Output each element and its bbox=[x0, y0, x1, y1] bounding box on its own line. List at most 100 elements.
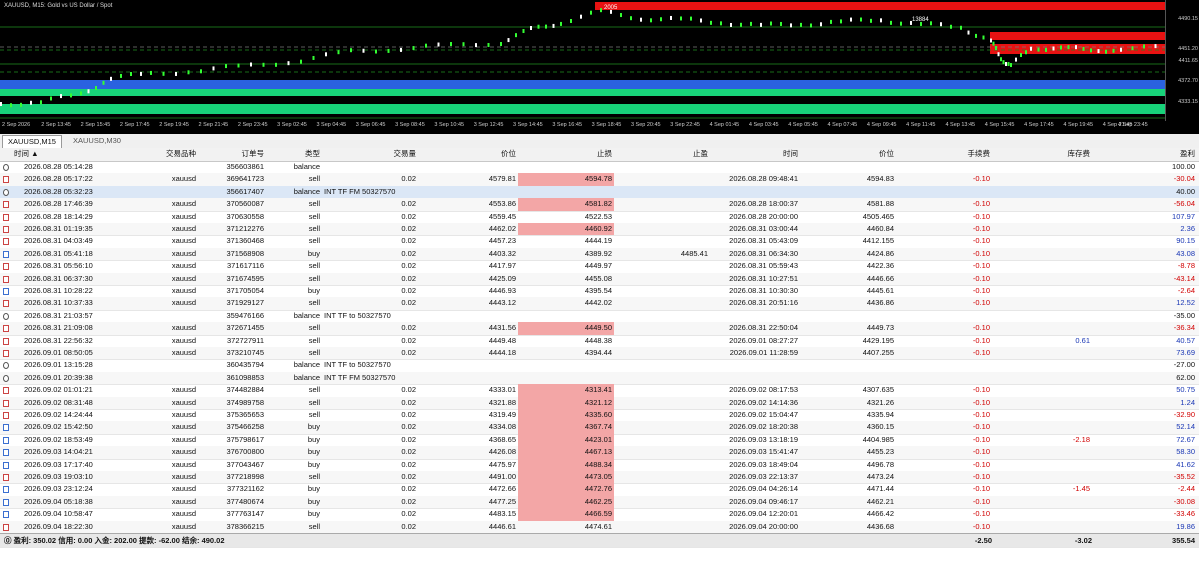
time-label: 2 Sep 19:45 bbox=[159, 122, 189, 128]
table-row[interactable]: 2026.08.28 05:32:23 356617407 balance INT T… bbox=[0, 185, 1199, 200]
table-row[interactable]: 2026.09.02 18:53:49 xauusd 375798617 buy 0.0… bbox=[0, 433, 1199, 448]
cell-time: 2026.09.04 10:58:47 bbox=[24, 509, 93, 519]
table-row[interactable]: 2026.08.28 05:14:28 356603861 balance 100.0… bbox=[0, 161, 1199, 175]
chart-canvas[interactable]: 2005 13884 bbox=[0, 0, 1166, 121]
cell-price: 4446.61 bbox=[488, 521, 516, 531]
cell-ctime: 2026.09.01 11:28:59 bbox=[729, 348, 798, 357]
column-header[interactable]: 价位 bbox=[800, 148, 896, 160]
column-header[interactable]: 订单号 bbox=[198, 148, 266, 160]
cell-cprice: 4460.84 bbox=[866, 224, 894, 233]
resistance-zone bbox=[595, 2, 1166, 10]
column-header[interactable]: 交易品种 bbox=[110, 148, 198, 160]
cell-sl: 4449.97 bbox=[584, 261, 612, 271]
cell-time: 2026.09.03 19:03:10 bbox=[24, 472, 93, 481]
price-chart[interactable]: 2005 13884 XAUUSD, M15: Gold vs US Dollar… bbox=[0, 0, 1199, 134]
table-row[interactable]: 2026.08.31 01:19:35 xauusd 371212276 sell 0.… bbox=[0, 223, 1199, 237]
column-header[interactable]: 止盈 bbox=[614, 148, 710, 160]
chart-tab[interactable]: XAUUSD,M30 bbox=[68, 135, 126, 147]
table-row[interactable]: 2026.08.31 05:56:10 xauusd 371617116 sell 0.… bbox=[0, 260, 1199, 274]
candle bbox=[1037, 47, 1040, 52]
table-row[interactable]: 2026.08.31 04:03:49 xauusd 371360468 sell 0.… bbox=[0, 235, 1199, 249]
column-header[interactable]: 价位 bbox=[418, 148, 518, 160]
cell-price: 4431.56 bbox=[488, 323, 516, 333]
table-row[interactable]: 2026.09.01 13:15:28 360435794 balance INT T… bbox=[0, 359, 1199, 373]
time-label: 4 Sep 15:45 bbox=[984, 122, 1015, 128]
candle bbox=[50, 96, 52, 101]
table-row[interactable]: 2026.08.31 10:37:33 xauusd 371929127 sell 0.… bbox=[0, 297, 1199, 311]
table-row[interactable]: 2026.08.28 05:17:22 xauusd 369641723 sell 0.… bbox=[0, 173, 1199, 187]
table-row[interactable]: 2026.09.04 05:18:38 xauusd 377480674 buy 0.0… bbox=[0, 495, 1199, 510]
column-header[interactable]: 时间 ▲ bbox=[10, 148, 110, 160]
cell-sl: 4321.12 bbox=[518, 396, 614, 409]
cell-price bbox=[418, 359, 518, 371]
cell-type: buy bbox=[307, 434, 320, 444]
candle bbox=[237, 63, 240, 68]
table-row[interactable]: 2026.08.31 10:28:22 xauusd 371705054 buy 0.0… bbox=[0, 285, 1199, 299]
cell-tp bbox=[614, 409, 710, 421]
candle bbox=[1075, 45, 1077, 50]
table-row[interactable]: 2026.08.31 06:37:30 xauusd 371674595 sell 0.… bbox=[0, 272, 1199, 286]
cell-symbol: xauusd bbox=[171, 273, 196, 283]
column-header[interactable]: 时间 bbox=[710, 148, 800, 160]
cell-time: 2026.09.02 15:42:50 bbox=[24, 422, 93, 432]
cell-swap bbox=[992, 521, 1092, 533]
balance-icon bbox=[3, 188, 9, 196]
table-footer: ⓪ 盈利: 350.02 信用: 0.00 入金: 202.00 提款: -62… bbox=[0, 533, 1199, 548]
cell-profit: -30.04 bbox=[1173, 174, 1195, 184]
cell-price: 4417.97 bbox=[488, 261, 516, 271]
candle bbox=[250, 62, 252, 67]
cell-type: buy bbox=[307, 447, 320, 457]
time-label: 3 Sep 22:45 bbox=[670, 122, 700, 128]
table-row[interactable]: 2026.09.03 14:04:21 xauusd 376700800 buy 0.0… bbox=[0, 446, 1199, 460]
column-header[interactable]: 止损 bbox=[518, 148, 614, 160]
column-header[interactable]: 手续费 bbox=[896, 148, 992, 160]
cell-type: balance bbox=[293, 360, 320, 370]
table-row[interactable]: 2026.08.31 21:03:57 359476166 balance INT T… bbox=[0, 310, 1199, 324]
table-row[interactable]: 2026.09.04 10:58:47 xauusd 377763147 buy 0.0… bbox=[0, 508, 1199, 522]
table-row[interactable]: 2026.08.31 05:41:18 xauusd 371568908 buy 0.0… bbox=[0, 247, 1199, 262]
table-row[interactable]: 2026.09.01 20:39:38 361098853 balance INT T… bbox=[0, 371, 1199, 386]
table-row[interactable]: 2026.09.02 14:24:44 xauusd 375365653 sell 0.… bbox=[0, 409, 1199, 423]
candle bbox=[1060, 45, 1062, 50]
column-header[interactable]: 类型 bbox=[266, 148, 322, 160]
cell-commission: -0.10 bbox=[972, 459, 990, 469]
table-row[interactable]: 2026.09.03 17:17:40 xauusd 377043467 buy 0.0… bbox=[0, 458, 1199, 472]
table-row[interactable]: 2026.09.03 19:03:10 xauusd 377218998 sell 0.… bbox=[0, 471, 1199, 485]
cell-ctime: 2026.08.31 05:43:09 bbox=[729, 236, 798, 246]
cell-cprice: 4466.42 bbox=[866, 509, 894, 519]
cell-swap bbox=[992, 359, 1092, 371]
cell-ctime: 2026.09.04 12:20:01 bbox=[729, 509, 798, 519]
cell-price: 4449.48 bbox=[488, 335, 516, 345]
table-row[interactable]: 2026.08.31 22:56:32 xauusd 372727911 sell 0.… bbox=[0, 335, 1199, 348]
sell-order-icon bbox=[3, 275, 9, 283]
candle bbox=[700, 18, 702, 23]
candle bbox=[820, 22, 822, 27]
cell-order: 372671455 bbox=[226, 323, 264, 333]
table-row[interactable]: 2026.09.04 18:22:30 xauusd 378366215 sell 0.… bbox=[0, 520, 1199, 534]
cell-commission: -0.10 bbox=[972, 434, 990, 444]
cell-swap bbox=[992, 198, 1092, 210]
column-header[interactable]: 盈利 bbox=[1092, 148, 1197, 160]
cell-symbol: xauusd bbox=[171, 472, 196, 481]
candle bbox=[990, 38, 992, 43]
chart-tab[interactable]: XAUUSD,M15 bbox=[2, 135, 62, 148]
table-row[interactable]: 2026.09.01 08:50:05 xauusd 373210745 sell 0.… bbox=[0, 347, 1199, 361]
cell-tp bbox=[614, 198, 710, 210]
table-row[interactable]: 2026.08.28 18:14:29 xauusd 370630558 sell 0.… bbox=[0, 211, 1199, 224]
cell-ctime: 2026.08.31 03:00:44 bbox=[729, 224, 798, 233]
table-row[interactable]: 2026.09.03 23:12:24 xauusd 377321162 buy 0.0… bbox=[0, 483, 1199, 497]
column-header[interactable]: 库存费 bbox=[992, 148, 1092, 160]
column-header[interactable]: 交易量 bbox=[322, 148, 418, 160]
cell-volume: 0.02 bbox=[401, 472, 416, 481]
candle bbox=[545, 24, 547, 29]
table-row[interactable]: 2026.08.31 21:09:08 xauusd 372671455 sell 0.… bbox=[0, 322, 1199, 336]
table-row[interactable]: 2026.09.02 01:01:21 xauusd 374482884 sell 0.… bbox=[0, 384, 1199, 398]
cell-profit: 90.15 bbox=[1176, 236, 1195, 246]
cell-tp bbox=[614, 223, 710, 235]
table-row[interactable]: 2026.09.02 15:42:50 xauusd 375466258 buy 0.0… bbox=[0, 421, 1199, 435]
candle bbox=[102, 80, 105, 85]
cell-tp bbox=[614, 235, 710, 247]
table-row[interactable]: 2026.08.28 17:46:39 xauusd 370560087 sell 0.… bbox=[0, 198, 1199, 212]
table-row[interactable]: 2026.09.02 08:31:48 xauusd 374989758 sell 0.… bbox=[0, 396, 1199, 410]
sell-order-icon bbox=[3, 387, 9, 395]
